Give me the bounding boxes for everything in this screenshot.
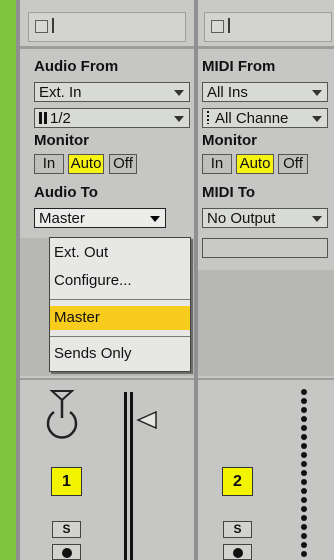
input-type-dropdown[interactable]: Ext. In xyxy=(34,82,190,102)
record-icon xyxy=(233,548,243,558)
record-icon xyxy=(62,548,72,558)
mixer-frame: Audio From Ext. In 1/2 Monitor In Auto O… xyxy=(16,0,334,560)
section-divider xyxy=(198,378,334,380)
audio-from-label: Audio From xyxy=(34,58,119,75)
menu-item-sends-only[interactable]: Sends Only xyxy=(50,342,190,366)
meter-bar-left xyxy=(124,392,127,560)
solo-button[interactable]: S xyxy=(52,521,81,538)
solo-button[interactable]: S xyxy=(223,521,252,538)
chevron-down-icon xyxy=(312,116,322,122)
menu-item-configure[interactable]: Configure... xyxy=(50,269,190,293)
track-title-cursor xyxy=(52,18,54,33)
menu-item-ext-out[interactable]: Ext. Out xyxy=(50,241,190,265)
volume-knob-icon[interactable] xyxy=(44,388,84,446)
monitor-in-button[interactable]: In xyxy=(34,154,64,174)
track-2-strip: MIDI From All Ins All Channe Monitor In … xyxy=(198,0,334,560)
input-type-value: All Ins xyxy=(207,84,248,101)
midi-from-label: MIDI From xyxy=(202,58,276,75)
track-fold-checkbox[interactable] xyxy=(35,20,48,33)
input-channel-value: All Channe xyxy=(215,110,289,127)
monitor-auto-button[interactable]: Auto xyxy=(68,154,104,174)
track-2-title-bar[interactable] xyxy=(204,12,332,42)
track-activator-button[interactable]: 2 xyxy=(222,467,253,496)
track-1-title-bar[interactable] xyxy=(28,12,186,42)
midi-meter-icon xyxy=(301,389,307,557)
chevron-down-icon xyxy=(174,116,184,122)
midi-to-label: MIDI To xyxy=(202,184,256,201)
output-dropdown[interactable]: No Output xyxy=(202,208,328,228)
chevron-down-icon xyxy=(150,216,160,222)
output-dropdown[interactable]: Master xyxy=(34,208,166,228)
monitor-auto-button[interactable]: Auto xyxy=(236,154,274,174)
track-activator-button[interactable]: 1 xyxy=(51,467,82,496)
track-1-header xyxy=(20,0,194,49)
section-divider xyxy=(20,378,194,380)
meter-bar-right xyxy=(130,392,133,560)
menu-item-master[interactable]: Master xyxy=(50,306,190,330)
output-channel-dropdown[interactable] xyxy=(202,238,328,258)
track-2-header xyxy=(198,0,334,49)
monitor-in-button[interactable]: In xyxy=(202,154,232,174)
input-channel-value: 1/2 xyxy=(50,110,71,127)
chevron-down-icon xyxy=(312,90,322,96)
menu-separator xyxy=(50,299,190,300)
track-title-cursor xyxy=(228,18,230,33)
input-type-dropdown[interactable]: All Ins xyxy=(202,82,328,102)
chevron-down-icon xyxy=(312,216,322,222)
input-channel-dropdown[interactable]: 1/2 xyxy=(34,108,190,128)
record-arm-button[interactable] xyxy=(223,544,252,560)
track-fold-checkbox[interactable] xyxy=(211,20,224,33)
track-2-sends-area xyxy=(198,270,334,376)
menu-separator xyxy=(50,336,190,337)
monitor-label: Monitor xyxy=(202,132,257,149)
monitor-off-button[interactable]: Off xyxy=(109,154,137,174)
input-channel-dropdown[interactable]: All Channe xyxy=(202,108,328,128)
input-type-value: Ext. In xyxy=(39,84,82,101)
midi-channel-icon xyxy=(207,111,209,124)
monitor-off-button[interactable]: Off xyxy=(278,154,308,174)
meter-arrow-icon[interactable] xyxy=(136,410,158,430)
record-arm-button[interactable] xyxy=(52,544,81,560)
stereo-bars-icon xyxy=(39,112,47,124)
output-value: No Output xyxy=(207,210,276,227)
output-routing-menu: Ext. Out Configure... Master Sends Only xyxy=(49,237,191,372)
audio-to-label: Audio To xyxy=(34,184,98,201)
monitor-label: Monitor xyxy=(34,132,89,149)
chevron-down-icon xyxy=(174,90,184,96)
output-value: Master xyxy=(39,210,85,227)
